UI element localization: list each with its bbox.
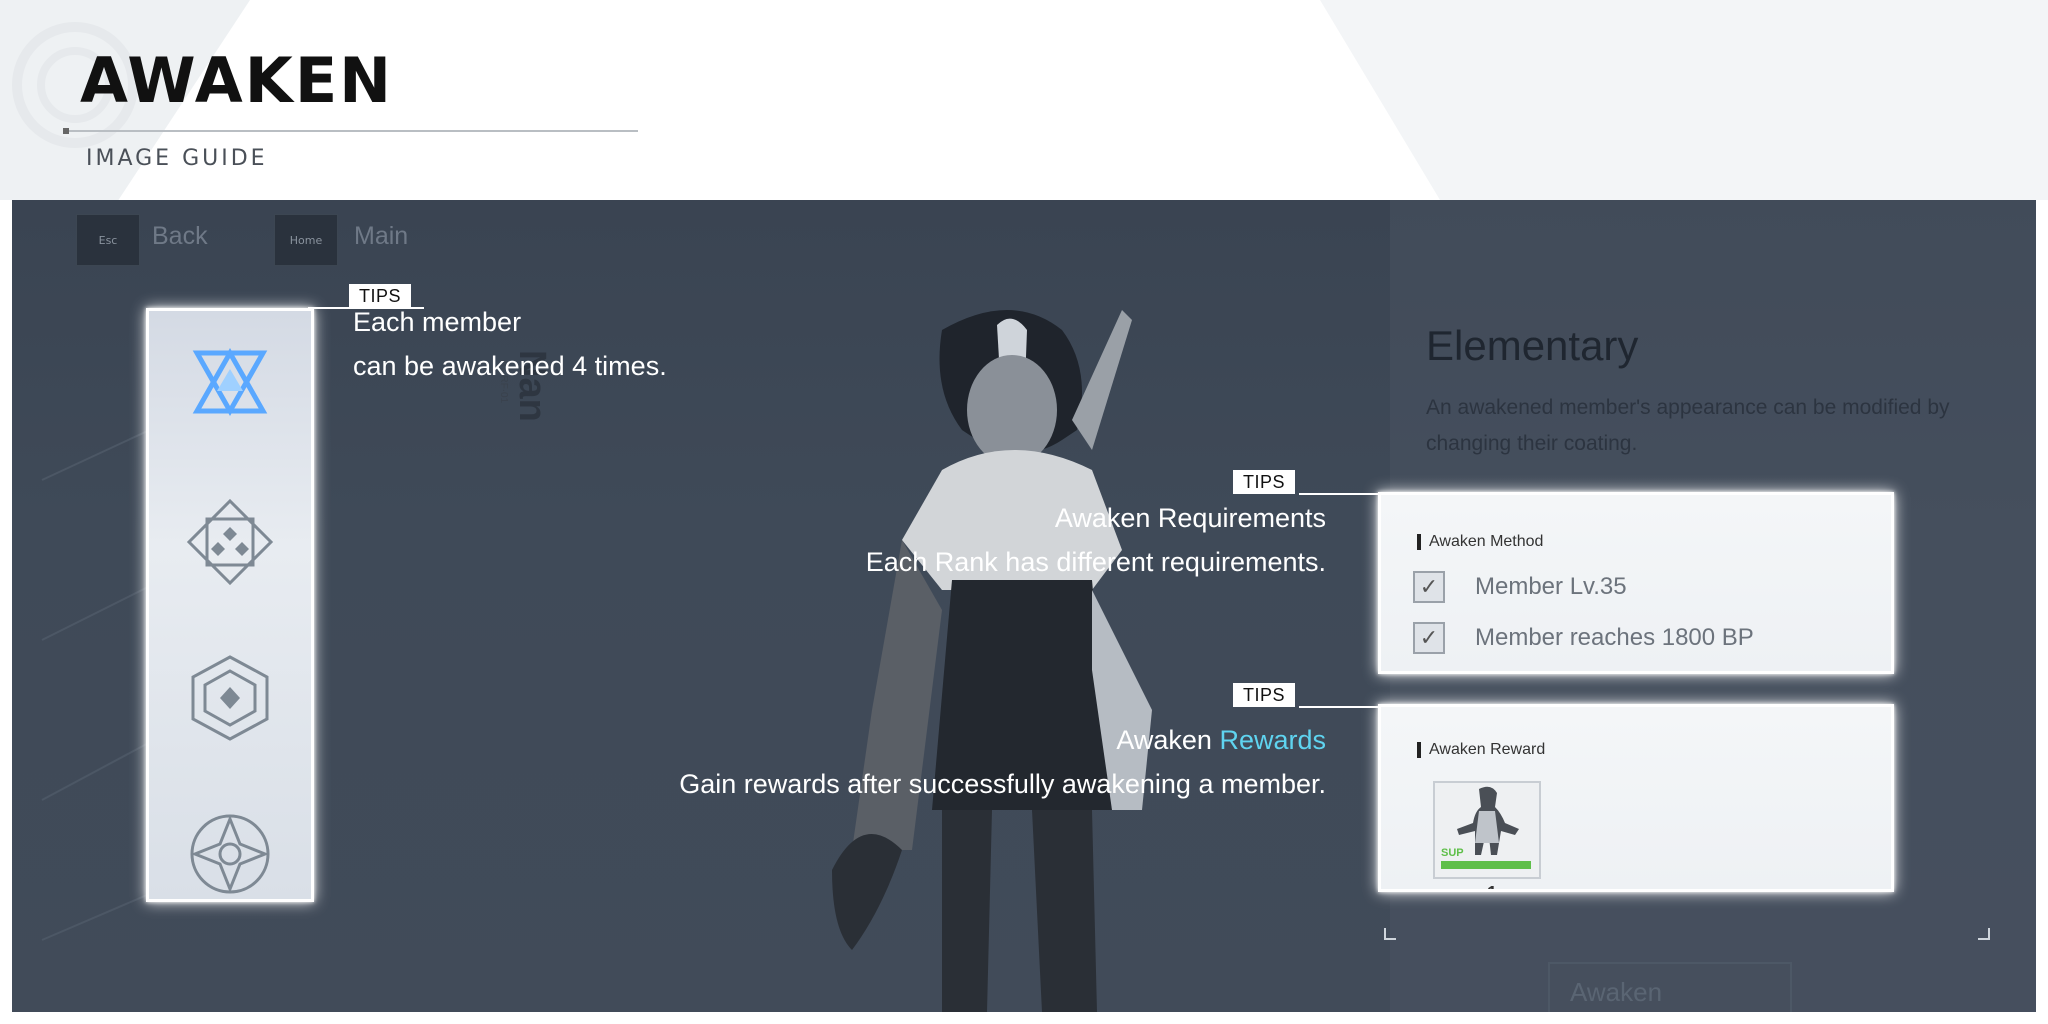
rank-2-icon[interactable]	[185, 497, 275, 587]
requirement-1-text: Member Lv.35	[1475, 573, 1627, 600]
tip-1-line-1: Each member	[353, 307, 522, 337]
rank-panel	[146, 308, 314, 902]
reward-rarity-bar	[1441, 861, 1531, 869]
page-subtitle: IMAGE GUIDE	[86, 146, 268, 171]
tip-3-line-2: Gain rewards after successfully awakenin…	[679, 769, 1326, 799]
reward-count: x1	[1477, 883, 1497, 889]
requirement-row-2: ✓ Member reaches 1800 BP	[1413, 622, 1754, 654]
page-header: AWAKEN IMAGE GUIDE	[0, 0, 2048, 200]
title-divider	[64, 130, 638, 132]
awaken-reward-heading: Awaken Reward	[1417, 741, 1545, 759]
awaken-method-heading: Awaken Method	[1417, 533, 1543, 551]
corner-marker	[1978, 928, 1990, 940]
game-screenshot: Esc Back Home Main Nan AT·RF·01 TIPS Eac…	[12, 200, 2036, 1012]
rank-1-icon[interactable]	[185, 341, 275, 431]
awaken-reward-label: Awaken Reward	[1429, 741, 1546, 758]
awaken-button[interactable]: Awaken	[1548, 962, 1792, 1012]
home-key[interactable]: Home	[274, 214, 338, 266]
awaken-method-label: Awaken Method	[1429, 533, 1544, 550]
rank-3-icon[interactable]	[185, 653, 275, 743]
main-button[interactable]: Main	[354, 222, 408, 251]
heading-marker	[1417, 742, 1421, 758]
elementary-title: Elementary	[1426, 322, 1639, 369]
page-title: AWAKEN	[80, 44, 394, 117]
character-illustration	[832, 310, 1152, 1012]
checked-checkbox-icon: ✓	[1413, 571, 1445, 603]
tips-tag-2: TIPS	[1233, 470, 1296, 494]
tips-tag-3: TIPS	[1233, 683, 1296, 707]
reward-item-label: SUP	[1441, 847, 1464, 859]
tip-3-prefix: Awaken	[1116, 725, 1220, 755]
heading-marker	[1417, 534, 1421, 550]
tip-1-line-2: can be awakened 4 times.	[353, 351, 667, 381]
tip-2-line-2: Each Rank has different requirements.	[865, 547, 1326, 577]
requirement-2-text: Member reaches 1800 BP	[1475, 624, 1754, 651]
tip-3-line-1: Awaken Rewards	[1116, 718, 1326, 762]
awaken-method-card: Awaken Method ✓ Member Lv.35 ✓ Member re…	[1378, 492, 1894, 674]
awaken-reward-card: Awaken Reward SUP x1	[1378, 704, 1894, 892]
tip-3-accent: Rewards	[1219, 725, 1326, 755]
rank-4-icon[interactable]	[185, 809, 275, 899]
reward-item-slot[interactable]: SUP	[1433, 781, 1541, 879]
back-button[interactable]: Back	[152, 222, 208, 251]
requirement-row-1: ✓ Member Lv.35	[1413, 571, 1627, 603]
elementary-description: An awakened member's appearance can be m…	[1426, 396, 1950, 455]
divider-dot	[63, 128, 69, 134]
checked-checkbox-icon: ✓	[1413, 622, 1445, 654]
tip-2-line-1: Awaken Requirements	[1054, 503, 1326, 533]
corner-marker	[1384, 928, 1396, 940]
esc-key[interactable]: Esc	[76, 214, 140, 266]
